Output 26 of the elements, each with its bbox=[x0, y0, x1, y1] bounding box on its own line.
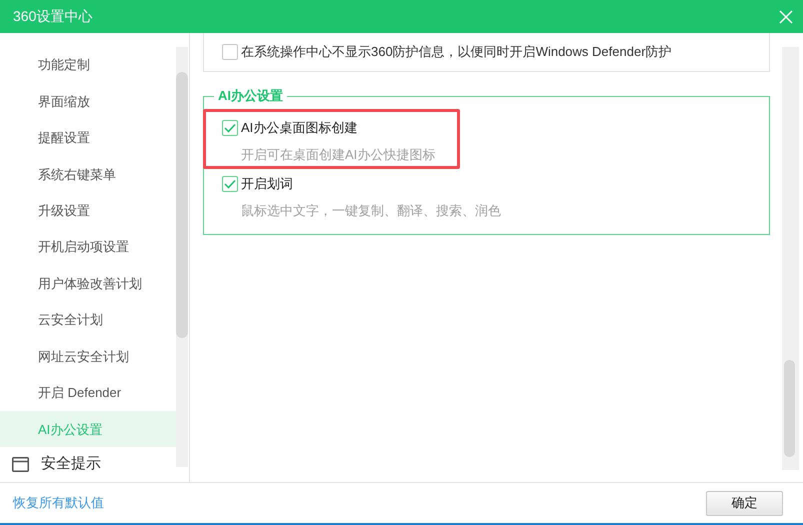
checkbox[interactable] bbox=[222, 44, 238, 60]
sidebar-item[interactable]: 系统右键菜单 bbox=[0, 156, 176, 193]
sidebar-item[interactable]: 网址云安全计划 bbox=[0, 338, 176, 375]
window-icon bbox=[12, 457, 29, 472]
option-label: AI办公桌面图标创建 bbox=[241, 119, 358, 138]
sidebar-item[interactable]: 功能定制 bbox=[0, 47, 176, 84]
scrollbar-thumb[interactable] bbox=[784, 360, 795, 457]
option-label: 在系统操作中心不显示360防护信息，以便同时开启Windows Defender防护 bbox=[241, 43, 672, 62]
checkbox[interactable] bbox=[222, 176, 238, 192]
sidebar-item[interactable]: 云安全计划 bbox=[0, 302, 176, 338]
sidebar-item[interactable]: 开机启动项设置 bbox=[0, 229, 176, 266]
sidebar-item[interactable]: 开启 Defender bbox=[0, 374, 176, 412]
sidebar-item[interactable]: 用户体验改善计划 bbox=[0, 265, 176, 302]
sidebar-item[interactable]: 升级设置 bbox=[0, 192, 176, 230]
option-label: 开启划词 bbox=[241, 175, 293, 194]
option-description: 开启可在桌面创建AI办公快捷图标 bbox=[240, 146, 436, 164]
close-icon[interactable] bbox=[779, 10, 793, 24]
ok-button[interactable]: 确定 bbox=[706, 490, 783, 516]
group-title: AI办公设置 bbox=[214, 88, 287, 104]
window-title: 360设置中心 bbox=[13, 7, 92, 26]
checkbox[interactable] bbox=[222, 120, 238, 136]
sidebar-item[interactable]: 界面缩放 bbox=[0, 83, 176, 120]
sidebar-item[interactable]: 提醒设置 bbox=[0, 120, 176, 156]
option-description: 鼠标选中文字，一键复制、翻译、搜索、润色 bbox=[240, 202, 502, 220]
sidebar-section[interactable]: 安全提示 bbox=[41, 453, 101, 476]
scrollbar-thumb[interactable] bbox=[176, 72, 188, 338]
